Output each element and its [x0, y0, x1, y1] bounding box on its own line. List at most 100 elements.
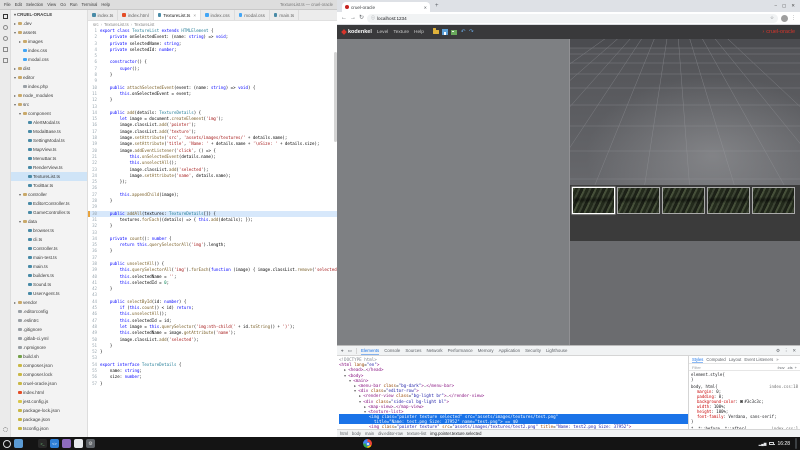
browser-menu-icon[interactable]: ⋮ — [791, 15, 796, 21]
explorer-item-EditorController.ts[interactable]: EditorController.ts — [11, 199, 87, 208]
styles-tab-event-listeners[interactable]: Event Listeners — [744, 356, 773, 364]
texture-tile-1[interactable] — [572, 187, 615, 214]
vscode-menu-file[interactable]: File — [4, 2, 11, 7]
explorer-item-component[interactable]: ▾component — [11, 109, 87, 118]
dom-breadcrumb-item[interactable]: body — [352, 431, 361, 436]
explorer-item-controller[interactable]: ▾controller — [11, 190, 87, 199]
texture-tile-5[interactable] — [752, 187, 795, 214]
reload-icon[interactable]: ↻ — [359, 15, 364, 21]
code-editor[interactable]: 1export class TextureList extends HTMLEl… — [88, 28, 337, 437]
page-menu-level[interactable]: Level — [377, 30, 388, 35]
browser-tab[interactable]: cruel-oracle ✕ — [342, 2, 430, 12]
vscode-menu-terminal[interactable]: Terminal — [82, 2, 98, 7]
explorer-item-src[interactable]: ▾src — [11, 100, 87, 109]
text-editor-icon[interactable] — [74, 439, 83, 448]
close-tab-icon[interactable]: × — [193, 13, 196, 18]
editor-tab-main.ts[interactable]: main.ts — [270, 10, 299, 20]
explorer-item-cruel-oracle.json[interactable]: cruel-oracle.json — [11, 379, 87, 388]
search-icon[interactable] — [3, 25, 8, 30]
devtools-tab-network[interactable]: Network — [426, 346, 442, 356]
editor-tab-index.ts[interactable]: index.ts — [88, 10, 118, 20]
explorer-item-.gitlab-ci.yml[interactable]: .gitlab-ci.yml — [11, 334, 87, 343]
map-canvas[interactable] — [337, 39, 569, 345]
overflow-chevron-icon[interactable]: » — [776, 357, 778, 362]
texture-tile-3[interactable] — [662, 187, 705, 214]
open-folder-icon[interactable] — [433, 30, 439, 35]
explorer-item-.eslintrc[interactable]: .eslintrc — [11, 316, 87, 325]
page-menu-texture[interactable]: Texture — [393, 30, 409, 35]
bookmark-star-icon[interactable]: ☆ — [770, 15, 774, 21]
vscode-menu-edit[interactable]: Edit — [15, 2, 22, 7]
editor-tab-TextureList.ts[interactable]: TextureList.ts× — [154, 10, 201, 20]
breadcrumb-item[interactable]: src — [93, 22, 99, 27]
explorer-item-dist[interactable]: ▸dist — [11, 64, 87, 73]
explorer-item-build.sh[interactable]: build.sh — [11, 352, 87, 361]
explorer-item-vendor[interactable]: ▸vendor — [11, 298, 87, 307]
devtools-tab-lighthouse[interactable]: Lighthouse — [546, 346, 567, 356]
breadcrumb-item[interactable]: TextureList — [134, 22, 154, 27]
explorer-item-browser.ts[interactable]: browser.ts — [11, 226, 87, 235]
explorer-item-GameController.ts[interactable]: GameController.ts — [11, 208, 87, 217]
run-debug-icon[interactable] — [3, 47, 8, 52]
chrome-icon[interactable] — [363, 439, 372, 448]
dom-breadcrumb-item[interactable]: texture-list — [407, 431, 426, 436]
styles-tab-computed[interactable]: Computed — [706, 356, 725, 364]
explorer-item-package-lock.json[interactable]: package-lock.json — [11, 406, 87, 415]
explorer-item-cli.ts[interactable]: cli.ts — [11, 235, 87, 244]
styles-tab-layout[interactable]: Layout — [729, 356, 742, 364]
explorer-item-editor[interactable]: ▾editor — [11, 73, 87, 82]
explorer-item-Controller.ts[interactable]: Controller.ts — [11, 244, 87, 253]
explorer-item-data[interactable]: ▾data — [11, 217, 87, 226]
explorer-item-MapView.ts[interactable]: MapView.ts — [11, 145, 87, 154]
new-tab-icon[interactable]: + — [435, 1, 439, 12]
maximize-icon[interactable]: ▢ — [782, 3, 786, 9]
system-tray[interactable]: ▂▄▆ 16:28 — [759, 438, 797, 449]
explorer-item-composer.json[interactable]: composer.json — [11, 361, 87, 370]
devtools-tab-memory[interactable]: Memory — [478, 346, 494, 356]
explorer-item-node_modules[interactable]: ▸node_modules — [11, 91, 87, 100]
secondary-viewport[interactable] — [570, 241, 800, 345]
dom-breadcrumb-item[interactable]: img.pointer.texture.selected — [430, 431, 481, 436]
settings-icon[interactable]: ⚙ — [86, 439, 95, 448]
styles-toggle[interactable]: + — [795, 365, 797, 370]
devtools-tab-sources[interactable]: Sources — [405, 346, 421, 356]
explorer-item-images[interactable]: ▸images — [11, 37, 87, 46]
devtools-tab-performance[interactable]: Performance — [448, 346, 473, 356]
page-menu-help[interactable]: Help — [414, 30, 424, 35]
css-source-link[interactable]: index.css:18 — [769, 384, 798, 389]
editor-tab-index.css[interactable]: index.css — [201, 10, 235, 20]
launcher-icon[interactable] — [3, 440, 11, 448]
explorer-item-ToolBar.ts[interactable]: ToolBar.ts — [11, 181, 87, 190]
render-viewport-3d[interactable] — [570, 39, 800, 185]
dom-breadcrumb-item[interactable]: main — [365, 431, 374, 436]
explorer-item-.gitignore[interactable]: .gitignore — [11, 325, 87, 334]
texture-tile-2[interactable] — [617, 187, 660, 214]
texture-tile-4[interactable] — [707, 187, 750, 214]
explorer-item-.dev[interactable]: ▸.dev — [11, 19, 87, 28]
device-toolbar-icon[interactable]: ▭ — [348, 348, 352, 354]
explorer-item-index.css[interactable]: index.css — [11, 46, 87, 55]
show-desktop-handle[interactable] — [795, 438, 797, 449]
inspect-icon[interactable]: ⌖ — [341, 348, 344, 353]
explorer-item-UserAgent.ts[interactable]: UserAgent.ts — [11, 289, 87, 298]
styles-toggle[interactable]: :hov — [777, 365, 785, 370]
explorer-item-SettingModal.ts[interactable]: SettingModal.ts — [11, 136, 87, 145]
source-control-icon[interactable] — [3, 36, 8, 41]
explorer-item-.editorconfig[interactable]: .editorconfig — [11, 307, 87, 316]
close-icon[interactable]: ✕ — [791, 3, 795, 9]
styles-toggle[interactable]: .cls — [787, 365, 793, 370]
devtools-tab-elements[interactable]: Elements — [361, 346, 379, 356]
color-swatch-icon[interactable] — [740, 400, 743, 403]
devtools-settings-icon[interactable]: ⚙ — [776, 348, 780, 354]
files-app-icon[interactable] — [14, 439, 23, 448]
vscode-menu-run[interactable]: Run — [70, 2, 78, 7]
explorer-item-index.html[interactable]: index.html — [11, 388, 87, 397]
explorer-item-jest.config.js[interactable]: jest.config.js — [11, 397, 87, 406]
explorer-root-row[interactable]: ▾CRUEL-ORACLE — [11, 10, 87, 19]
explorer-item-builders.ts[interactable]: builders.ts — [11, 271, 87, 280]
back-icon[interactable]: ← — [341, 15, 347, 21]
redo-icon[interactable]: ↷ — [469, 30, 474, 35]
explorer-item-AlertModal.ts[interactable]: AlertModal.ts — [11, 118, 87, 127]
editor-tab-index.html[interactable]: index.html — [118, 10, 153, 20]
devtools-tab-security[interactable]: Security — [525, 346, 541, 356]
